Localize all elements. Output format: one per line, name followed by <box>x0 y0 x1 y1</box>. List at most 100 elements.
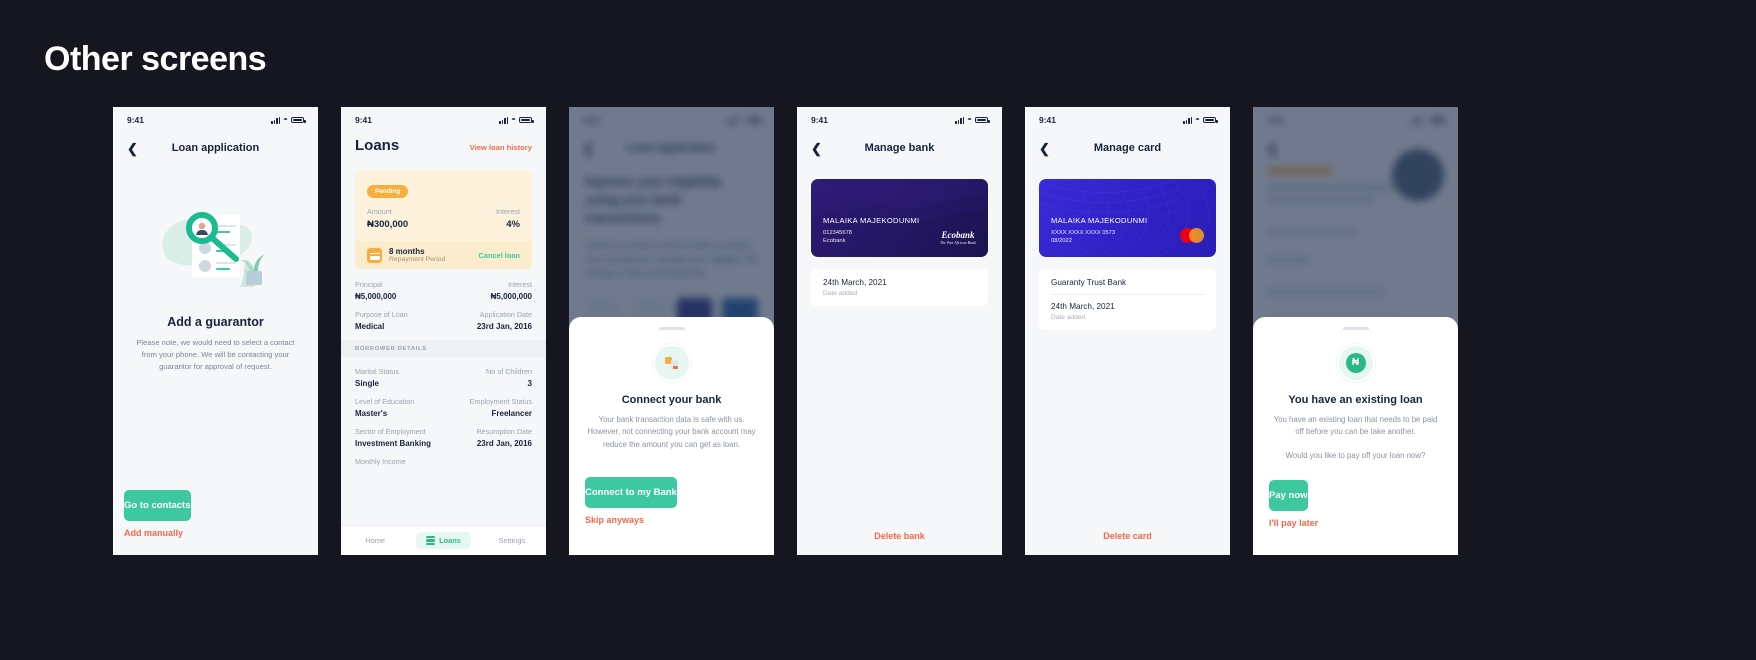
page-heading: Loans <box>355 137 400 154</box>
status-bar: 9:41 ◓ <box>113 107 318 133</box>
tab-settings[interactable]: Settings <box>478 536 546 545</box>
signal-icon <box>1183 116 1193 124</box>
detail-value: 23rd Jan, 2016 <box>476 322 532 331</box>
date-added-value: 24th March, 2021 <box>823 278 887 287</box>
wifi-icon: ◓ <box>967 115 972 124</box>
status-badge: Pending <box>367 185 409 198</box>
signal-icon <box>499 116 509 124</box>
loans-header: Loans View loan history <box>341 133 546 154</box>
sheet-actions: Connect to my Bank Skip anyways <box>585 477 758 532</box>
status-bar: 9:41 ◓ <box>341 107 546 133</box>
screen-loans: 9:41 ◓ Loans View loan history Pending A… <box>341 107 546 555</box>
status-icons: ◓ <box>955 115 990 124</box>
loan-card-body: Pending Amount Interest ₦300,000 4% <box>355 170 532 241</box>
pay-later-button[interactable]: I'll pay later <box>1269 511 1318 535</box>
active-loan-card[interactable]: Pending Amount Interest ₦300,000 4% 8 mo… <box>355 170 532 269</box>
detail-key: Purpose of Loan <box>355 310 408 319</box>
card-info-card: Guaranty Trust Bank 24th March, 2021 Dat… <box>1039 269 1216 330</box>
nav-title: Manage card <box>1093 142 1162 154</box>
connect-to-my-bank-button[interactable]: Connect to my Bank <box>585 477 677 509</box>
ecobank-logo: Ecobank The Pan African Bank <box>940 230 976 245</box>
status-time: 9:41 <box>127 115 145 125</box>
bank-name: Ecobank <box>823 238 846 245</box>
date-added-label: Date added <box>1051 314 1086 321</box>
loan-term-label: Repayment Period <box>389 256 446 263</box>
existing-loan-sheet: ₦ You have an existing loan You have an … <box>1253 317 1458 555</box>
card-details: MALAIKA MAJEKODUNMI 012345678 Ecobank <box>823 216 919 246</box>
nav-bar: ❮ Manage card <box>1025 133 1230 163</box>
delete-bank-button[interactable]: Delete bank <box>797 531 1002 541</box>
tab-label: Loans <box>439 536 461 545</box>
status-bar: 9:41 ◓ <box>797 107 1002 133</box>
sheet-actions: Pay now I'll pay later <box>1269 480 1442 535</box>
wifi-icon: ◓ <box>1195 115 1200 124</box>
amount-label: Amount <box>367 207 392 216</box>
detail-key: Marital Status <box>355 367 399 376</box>
nav-bar: ❮ Loan application <box>113 133 318 163</box>
screen-manage-card: 9:41 ◓ ❮ Manage card MALAIKA MAJEKODUNMI… <box>1025 107 1230 555</box>
sheet-title: You have an existing loan <box>1288 393 1423 406</box>
sheet-body: Your bank transaction data is safe with … <box>587 414 756 449</box>
cancel-loan-button[interactable]: Cancel loan <box>479 251 520 260</box>
tab-loans[interactable]: Loans <box>409 532 477 549</box>
issuing-bank: Guaranty Trust Bank <box>1051 278 1127 287</box>
documents-icon <box>651 342 692 383</box>
account-number: 012345678 <box>823 229 853 236</box>
status-icons: ◓ <box>499 116 534 124</box>
detail-key: Principal <box>355 280 383 289</box>
bank-card[interactable]: MALAIKA MAJEKODUNMI 012345678 Ecobank Ec… <box>811 179 988 257</box>
detail-key: No of Children <box>486 367 532 376</box>
status-time: 9:41 <box>355 115 373 125</box>
nav-title: Loan application <box>171 142 260 154</box>
detail-value: 23rd Jan, 2016 <box>476 439 532 448</box>
card-holder-name: MALAIKA MAJEKODUNMI <box>823 215 920 225</box>
interest-value: 4% <box>506 219 520 230</box>
detail-row: Sector of Employment Investment Banking … <box>355 418 532 448</box>
screen-manage-bank: 9:41 ◓ ❮ Manage bank MALAIKA MAJEKODUNMI… <box>797 107 1002 555</box>
detail-row: Level of Education Master's Employment S… <box>355 388 532 418</box>
section-header-borrower: BORROWER DETAILS <box>341 340 546 358</box>
calendar-icon <box>367 247 382 263</box>
delete-card-button[interactable]: Delete card <box>1025 531 1230 541</box>
detail-value: Single <box>355 379 380 388</box>
detail-value: 3 <box>527 379 532 388</box>
detail-key: Sector of Employment <box>355 427 426 436</box>
detail-value: Investment Banking <box>355 439 432 448</box>
skip-anyways-button[interactable]: Skip anyways <box>585 508 644 532</box>
detail-row: Monthly Income <box>355 448 532 466</box>
go-to-contacts-button[interactable]: Go to contacts <box>124 490 191 521</box>
loan-term: 8 months <box>389 247 425 256</box>
sheet-title: Connect your bank <box>621 393 722 406</box>
add-manually-button[interactable]: Add manually <box>124 521 183 545</box>
battery-icon <box>1203 116 1218 124</box>
nav-title: Manage bank <box>864 142 935 154</box>
signal-icon <box>271 116 281 124</box>
sheet-body-line2: Would you like to pay off your loan now? <box>1285 450 1426 460</box>
tab-home[interactable]: Home <box>341 536 409 545</box>
sheet-grabber[interactable] <box>1342 327 1369 330</box>
loan-card-footer: 8 months Repayment Period Cancel loan <box>355 241 532 269</box>
empty-state-title: Add a guarantor <box>167 315 264 329</box>
mastercard-icon <box>1180 228 1204 243</box>
sheet-grabber[interactable] <box>658 327 685 330</box>
pay-now-button[interactable]: Pay now <box>1269 480 1308 512</box>
card-expiry: 08/2022 <box>1051 238 1072 245</box>
screen-connect-bank: 9:41 ◓ ❮ Loan Application Improve your e… <box>569 107 774 555</box>
detail-row: Purpose of Loan Medical Application Date… <box>355 301 532 331</box>
tab-label: Home <box>365 536 386 545</box>
debit-card[interactable]: MALAIKA MAJEKODUNMI XXXX XXXX XXXX 0573 … <box>1039 179 1216 257</box>
amount-value: ₦300,000 <box>367 219 409 230</box>
detail-key: Application Date <box>479 310 532 319</box>
detail-row: Principal ₦5,000,000 Interest ₦5,000,000 <box>355 271 532 301</box>
battery-icon <box>291 116 306 124</box>
date-added-label: Date added <box>823 290 858 297</box>
view-loan-history-link[interactable]: View loan history <box>470 143 532 152</box>
detail-key: Employment Status <box>469 397 532 406</box>
status-bar: 9:41 ◓ <box>1025 107 1230 133</box>
detail-key: Resumption Date <box>476 427 532 436</box>
bottom-tab-bar: Home Loans Settings <box>341 525 546 555</box>
detail-key: Level of Education <box>355 397 415 406</box>
status-icons: ◓ <box>1183 115 1218 124</box>
card-holder-name: MALAIKA MAJEKODUNMI <box>1051 215 1148 225</box>
detail-row: Marital Status Single No of Children 3 <box>355 358 532 388</box>
